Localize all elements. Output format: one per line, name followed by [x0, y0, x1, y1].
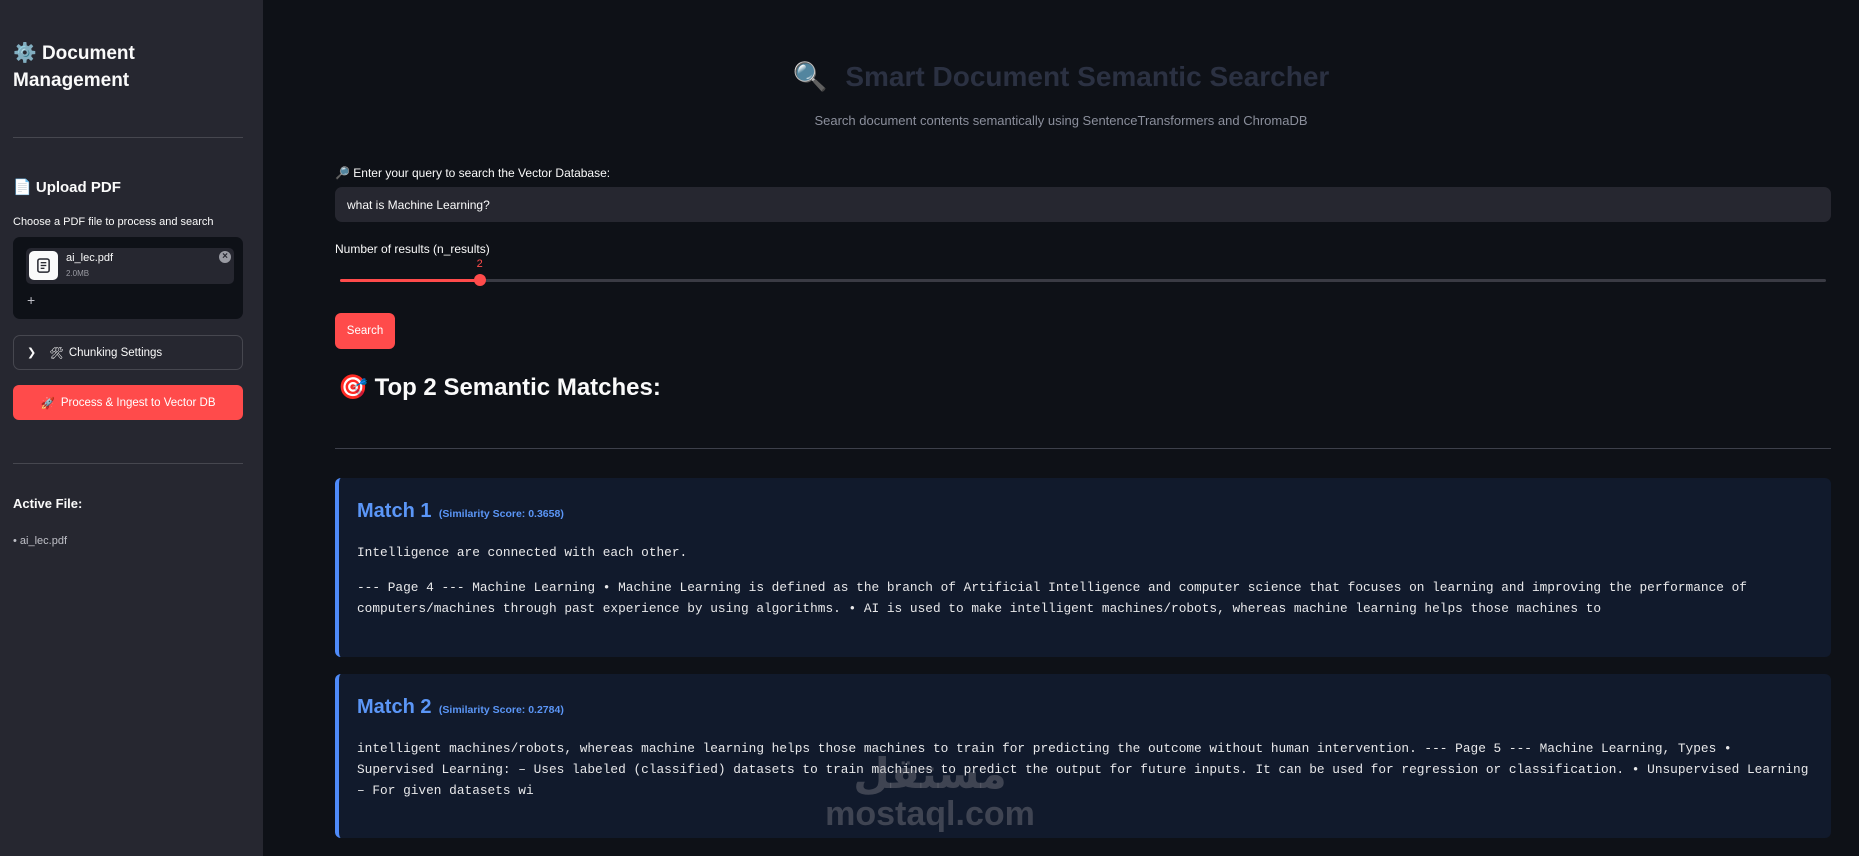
active-file-item: • ai_lec.pdf — [13, 535, 67, 547]
match-text: --- Page 4 --- Machine Learning • Machin… — [357, 580, 1747, 616]
uploader-label: Choose a PDF file to process and search — [13, 216, 214, 228]
match-header: Match 1 (Similarity Score: 0.3658) — [357, 500, 1813, 523]
upload-heading: 📄 Upload PDF — [13, 178, 121, 196]
sidebar-divider — [13, 137, 243, 138]
match-score: (Similarity Score: 0.2784) — [438, 704, 564, 716]
watermark-arabic: مستقل — [853, 749, 1007, 798]
rocket-icon: 🚀 — [40, 397, 55, 410]
process-ingest-label: Process & Ingest to Vector DB — [60, 396, 216, 409]
match-card: Match 2 (Similarity Score: 0.2784) intel… — [335, 674, 1831, 838]
page-title-text: Smart Document Semantic Searcher — [845, 61, 1330, 92]
file-uploader[interactable]: ai_lec.pdf 2.0MB × + — [13, 237, 243, 319]
uploaded-file-name: ai_lec.pdf — [66, 252, 114, 264]
match-text: intelligent machines/robots, whereas mac… — [357, 741, 1809, 798]
slider-thumb[interactable] — [473, 274, 486, 286]
query-label: 🔎 Enter your query to search the Vector … — [335, 166, 610, 180]
match-text: Intelligence are connected with each oth… — [357, 545, 688, 560]
query-input[interactable] — [335, 187, 1831, 222]
slider-fill — [340, 279, 480, 282]
upload-heading-text: Upload PDF — [35, 179, 121, 196]
search-button[interactable]: Search — [335, 313, 395, 349]
watermark-latin: mostaql.com — [825, 795, 1035, 833]
sidebar-divider-2 — [13, 463, 243, 464]
match-title: Match 1 — [357, 500, 432, 522]
match-score: (Similarity Score: 0.3658) — [438, 508, 564, 520]
results-heading: 🎯 Top 2 Semantic Matches: — [338, 373, 661, 402]
target-icon: 🎯 — [338, 374, 368, 401]
process-ingest-button[interactable]: 🚀 Process & Ingest to Vector DB — [13, 385, 243, 420]
sidebar: ⚙️ Document Management 📄 Upload PDF Choo… — [0, 0, 263, 856]
chevron-right-icon: ❯ — [27, 347, 37, 359]
match-title: Match 2 — [357, 696, 432, 718]
slider-value: 2 — [476, 258, 483, 270]
main-divider — [335, 448, 1831, 449]
remove-file-icon[interactable]: × — [219, 251, 231, 263]
results-heading-text: Top 2 Semantic Matches: — [374, 374, 661, 401]
tools-icon: 🛠 — [49, 347, 64, 360]
page-icon: 📄 — [13, 179, 32, 196]
page-subtitle: Search document contents semantically us… — [814, 113, 1308, 128]
chunking-settings-label: Chunking Settings — [68, 346, 163, 359]
uploaded-file-size: 2.0MB — [66, 269, 90, 278]
uploaded-file-chip: ai_lec.pdf 2.0MB × — [26, 248, 234, 284]
results-count-label: Number of results (n_results) — [335, 242, 490, 256]
match-header: Match 2 (Similarity Score: 0.2784) — [357, 696, 1813, 719]
active-file-label: Active File: — [13, 496, 83, 511]
chunking-settings-expander[interactable]: ❯ 🛠 Chunking Settings — [13, 335, 243, 370]
gear-icon: ⚙️ — [13, 43, 37, 64]
page-title: 🔍 Smart Document Semantic Searcher — [263, 60, 1859, 93]
query-label-text: Enter your query to search the Vector Da… — [353, 166, 611, 180]
search-key-icon: 🔎 — [335, 166, 350, 180]
watermark-logo: مستقل mostaql.com — [780, 749, 1080, 833]
magnifier-icon: 🔍 — [792, 61, 828, 92]
sidebar-title: ⚙️ Document Management — [13, 40, 243, 94]
add-file-icon[interactable]: + — [27, 292, 35, 308]
match-card: Match 1 (Similarity Score: 0.3658) Intel… — [335, 478, 1831, 657]
results-slider[interactable]: 2 — [340, 258, 1826, 286]
file-icon — [29, 251, 58, 280]
